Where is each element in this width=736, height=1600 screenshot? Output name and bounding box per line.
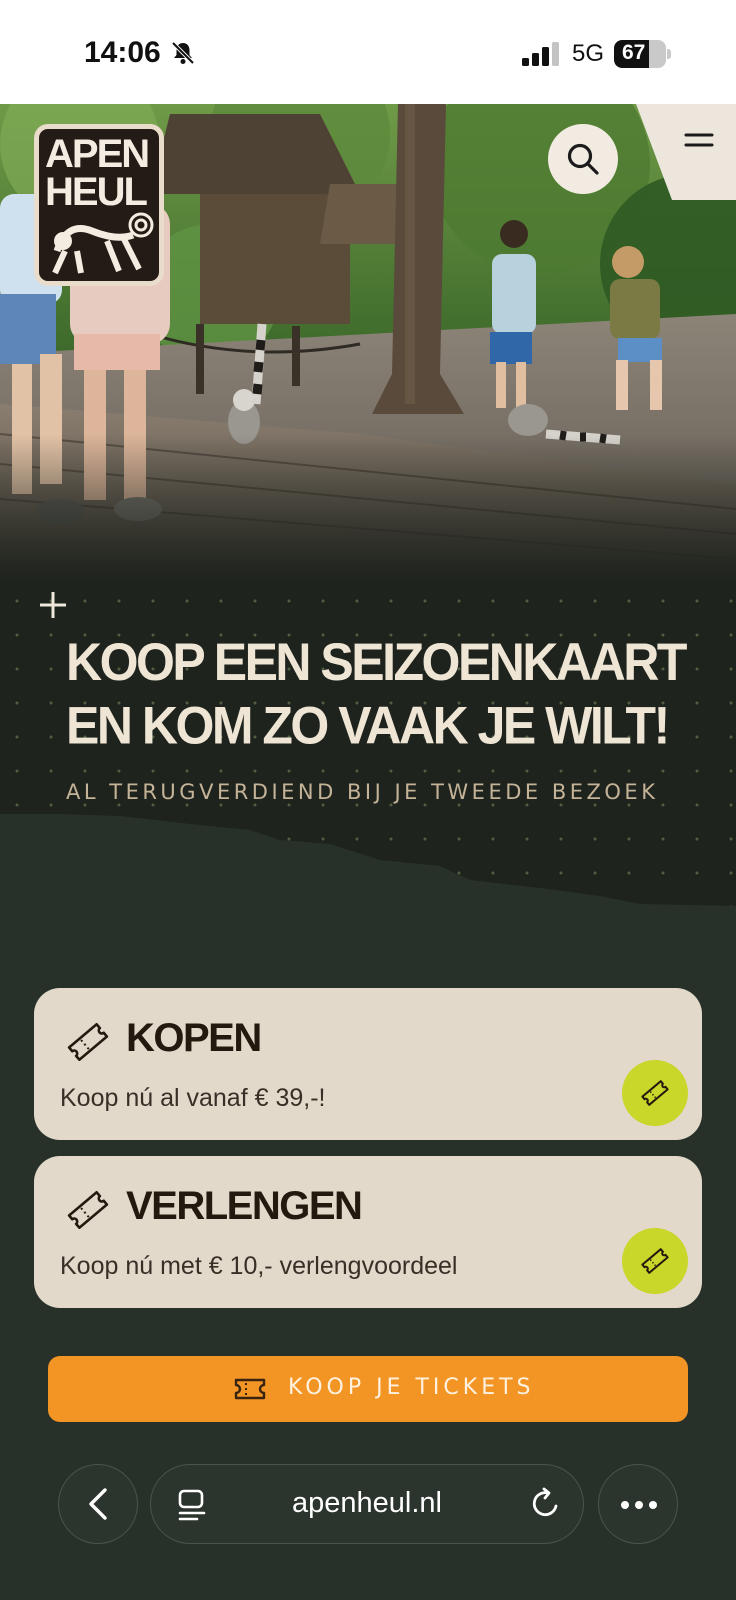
card-description: Koop nú met € 10,- verlengvoordeel <box>60 1252 458 1280</box>
buy-tickets-button[interactable]: KOOP JE TICKETS <box>48 1356 688 1422</box>
card-title: VERLENGEN <box>126 1184 363 1228</box>
battery-nub <box>667 49 671 59</box>
more-options-button[interactable] <box>598 1464 678 1544</box>
back-icon <box>89 1488 107 1520</box>
menu-icon <box>684 133 714 147</box>
cta-label: KOOP JE TICKETS <box>288 1375 535 1400</box>
ticket-icon <box>67 1191 109 1229</box>
logo-text: APEN HEUL <box>45 132 150 214</box>
ticket-icon <box>234 1378 266 1400</box>
apenheul-logo[interactable]: APEN HEUL <box>34 124 164 286</box>
address-bar[interactable]: apenheul.nl <box>150 1464 584 1544</box>
battery-percent: 67 <box>622 41 646 64</box>
menu-button[interactable] <box>636 104 736 200</box>
back-button[interactable] <box>58 1464 138 1544</box>
monkey-logo-icon <box>52 212 154 275</box>
card-verlengen[interactable]: VERLENGEN Koop nú met € 10,- verlengvoor… <box>34 1156 702 1308</box>
url-text: apenheul.nl <box>292 1487 442 1519</box>
ticket-icon <box>67 1023 109 1061</box>
kopen-action-button[interactable] <box>622 1060 688 1126</box>
verlengen-action-button[interactable] <box>622 1228 688 1294</box>
status-time: 14:06 <box>84 36 161 69</box>
card-kopen[interactable]: KOPEN Koop nú al vanaf € 39,-! <box>34 988 702 1140</box>
status-bar: 14:06 5G 67 <box>0 0 736 104</box>
ticket-icon <box>641 1080 669 1106</box>
signal-icon <box>522 42 559 66</box>
card-description: Koop nú al vanaf € 39,-! <box>60 1084 326 1112</box>
search-icon <box>567 143 599 175</box>
plus-icon <box>40 592 66 618</box>
bell-slash-icon <box>171 41 195 65</box>
network-type: 5G <box>572 40 605 67</box>
promo-title: KOOP EEN SEIZOENKAART EN KOM ZO VAAK JE … <box>66 632 687 756</box>
search-button[interactable] <box>548 124 618 194</box>
more-icon <box>621 1501 657 1509</box>
reload-icon[interactable] <box>529 1487 563 1521</box>
ticket-icon <box>641 1248 669 1274</box>
battery-indicator: 67 <box>614 40 666 68</box>
promo-subtitle: AL TERUGVERDIEND BIJ JE TWEEDE BEZOEK <box>66 780 659 804</box>
card-title: KOPEN <box>126 1016 262 1060</box>
